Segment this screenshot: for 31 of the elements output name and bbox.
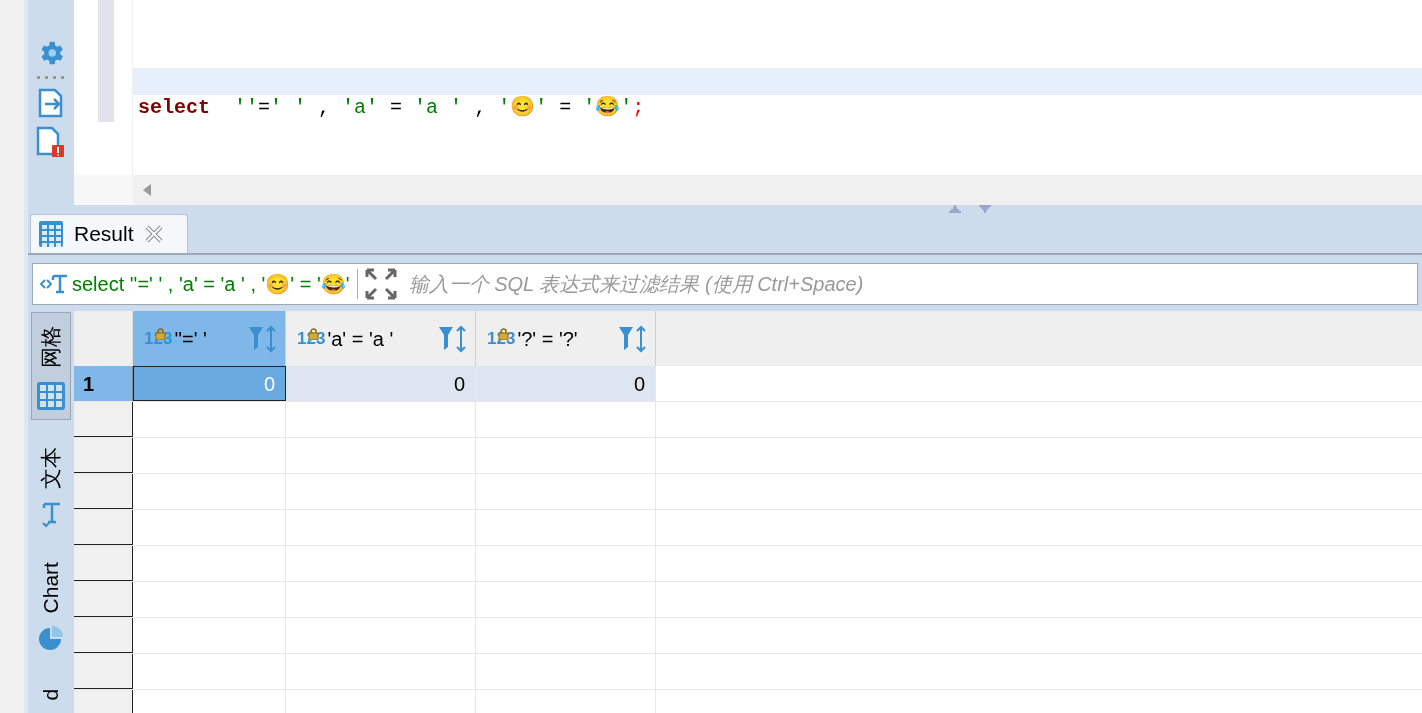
view-tab[interactable]: d [31, 674, 71, 713]
result-tab[interactable]: Result [30, 214, 188, 253]
filter-sort-icon[interactable] [437, 324, 467, 353]
pie-chart-icon [38, 626, 64, 652]
sql-text-icon [39, 272, 69, 296]
text-format-icon [40, 502, 62, 528]
row-number[interactable]: 1 [74, 366, 133, 401]
column-label: ''=' ' [174, 326, 208, 352]
close-icon[interactable] [143, 224, 164, 244]
sash-arrows-icon[interactable] [947, 205, 993, 213]
scroll-left-icon[interactable] [143, 184, 151, 196]
sql-code-line: select ''=' ' , 'a' = 'a ' , '😊' = '😂'; [137, 95, 646, 121]
horizontal-scrollbar[interactable] [133, 175, 1422, 205]
table-icon [38, 220, 64, 248]
filter-input[interactable]: 输入一个 SQL 表达式来过滤结果 (使用 Ctrl+Space) [408, 269, 1417, 299]
export-file-icon[interactable] [38, 88, 64, 118]
filter-sort-icon[interactable] [617, 324, 647, 353]
table-cell[interactable]: 0 [286, 366, 476, 401]
drag-handle-icon[interactable] [37, 76, 65, 80]
filter-query-text: select ''=' ' , 'a' = 'a ' , '😊' = '😂' [72, 272, 350, 297]
filter-bar[interactable]: select ''=' ' , 'a' = 'a ' , '😊' = '😂' 输入一个 SQL 表达式来过滤结果 (使用 Ctrl+Space) [32, 263, 1418, 305]
table-cell[interactable]: 0 [476, 366, 656, 401]
expand-icon[interactable] [364, 268, 397, 300]
grid-icon [36, 381, 66, 411]
view-tab[interactable]: 网格 [31, 312, 71, 420]
filter-sort-icon[interactable] [247, 324, 277, 353]
view-tab[interactable]: Chart [31, 550, 71, 660]
view-tab[interactable]: 文本 [31, 434, 71, 536]
file-error-icon[interactable] [36, 126, 66, 158]
column-label: 'a' = 'a ' [327, 326, 395, 352]
column-label: '?' = '?' [517, 326, 579, 352]
